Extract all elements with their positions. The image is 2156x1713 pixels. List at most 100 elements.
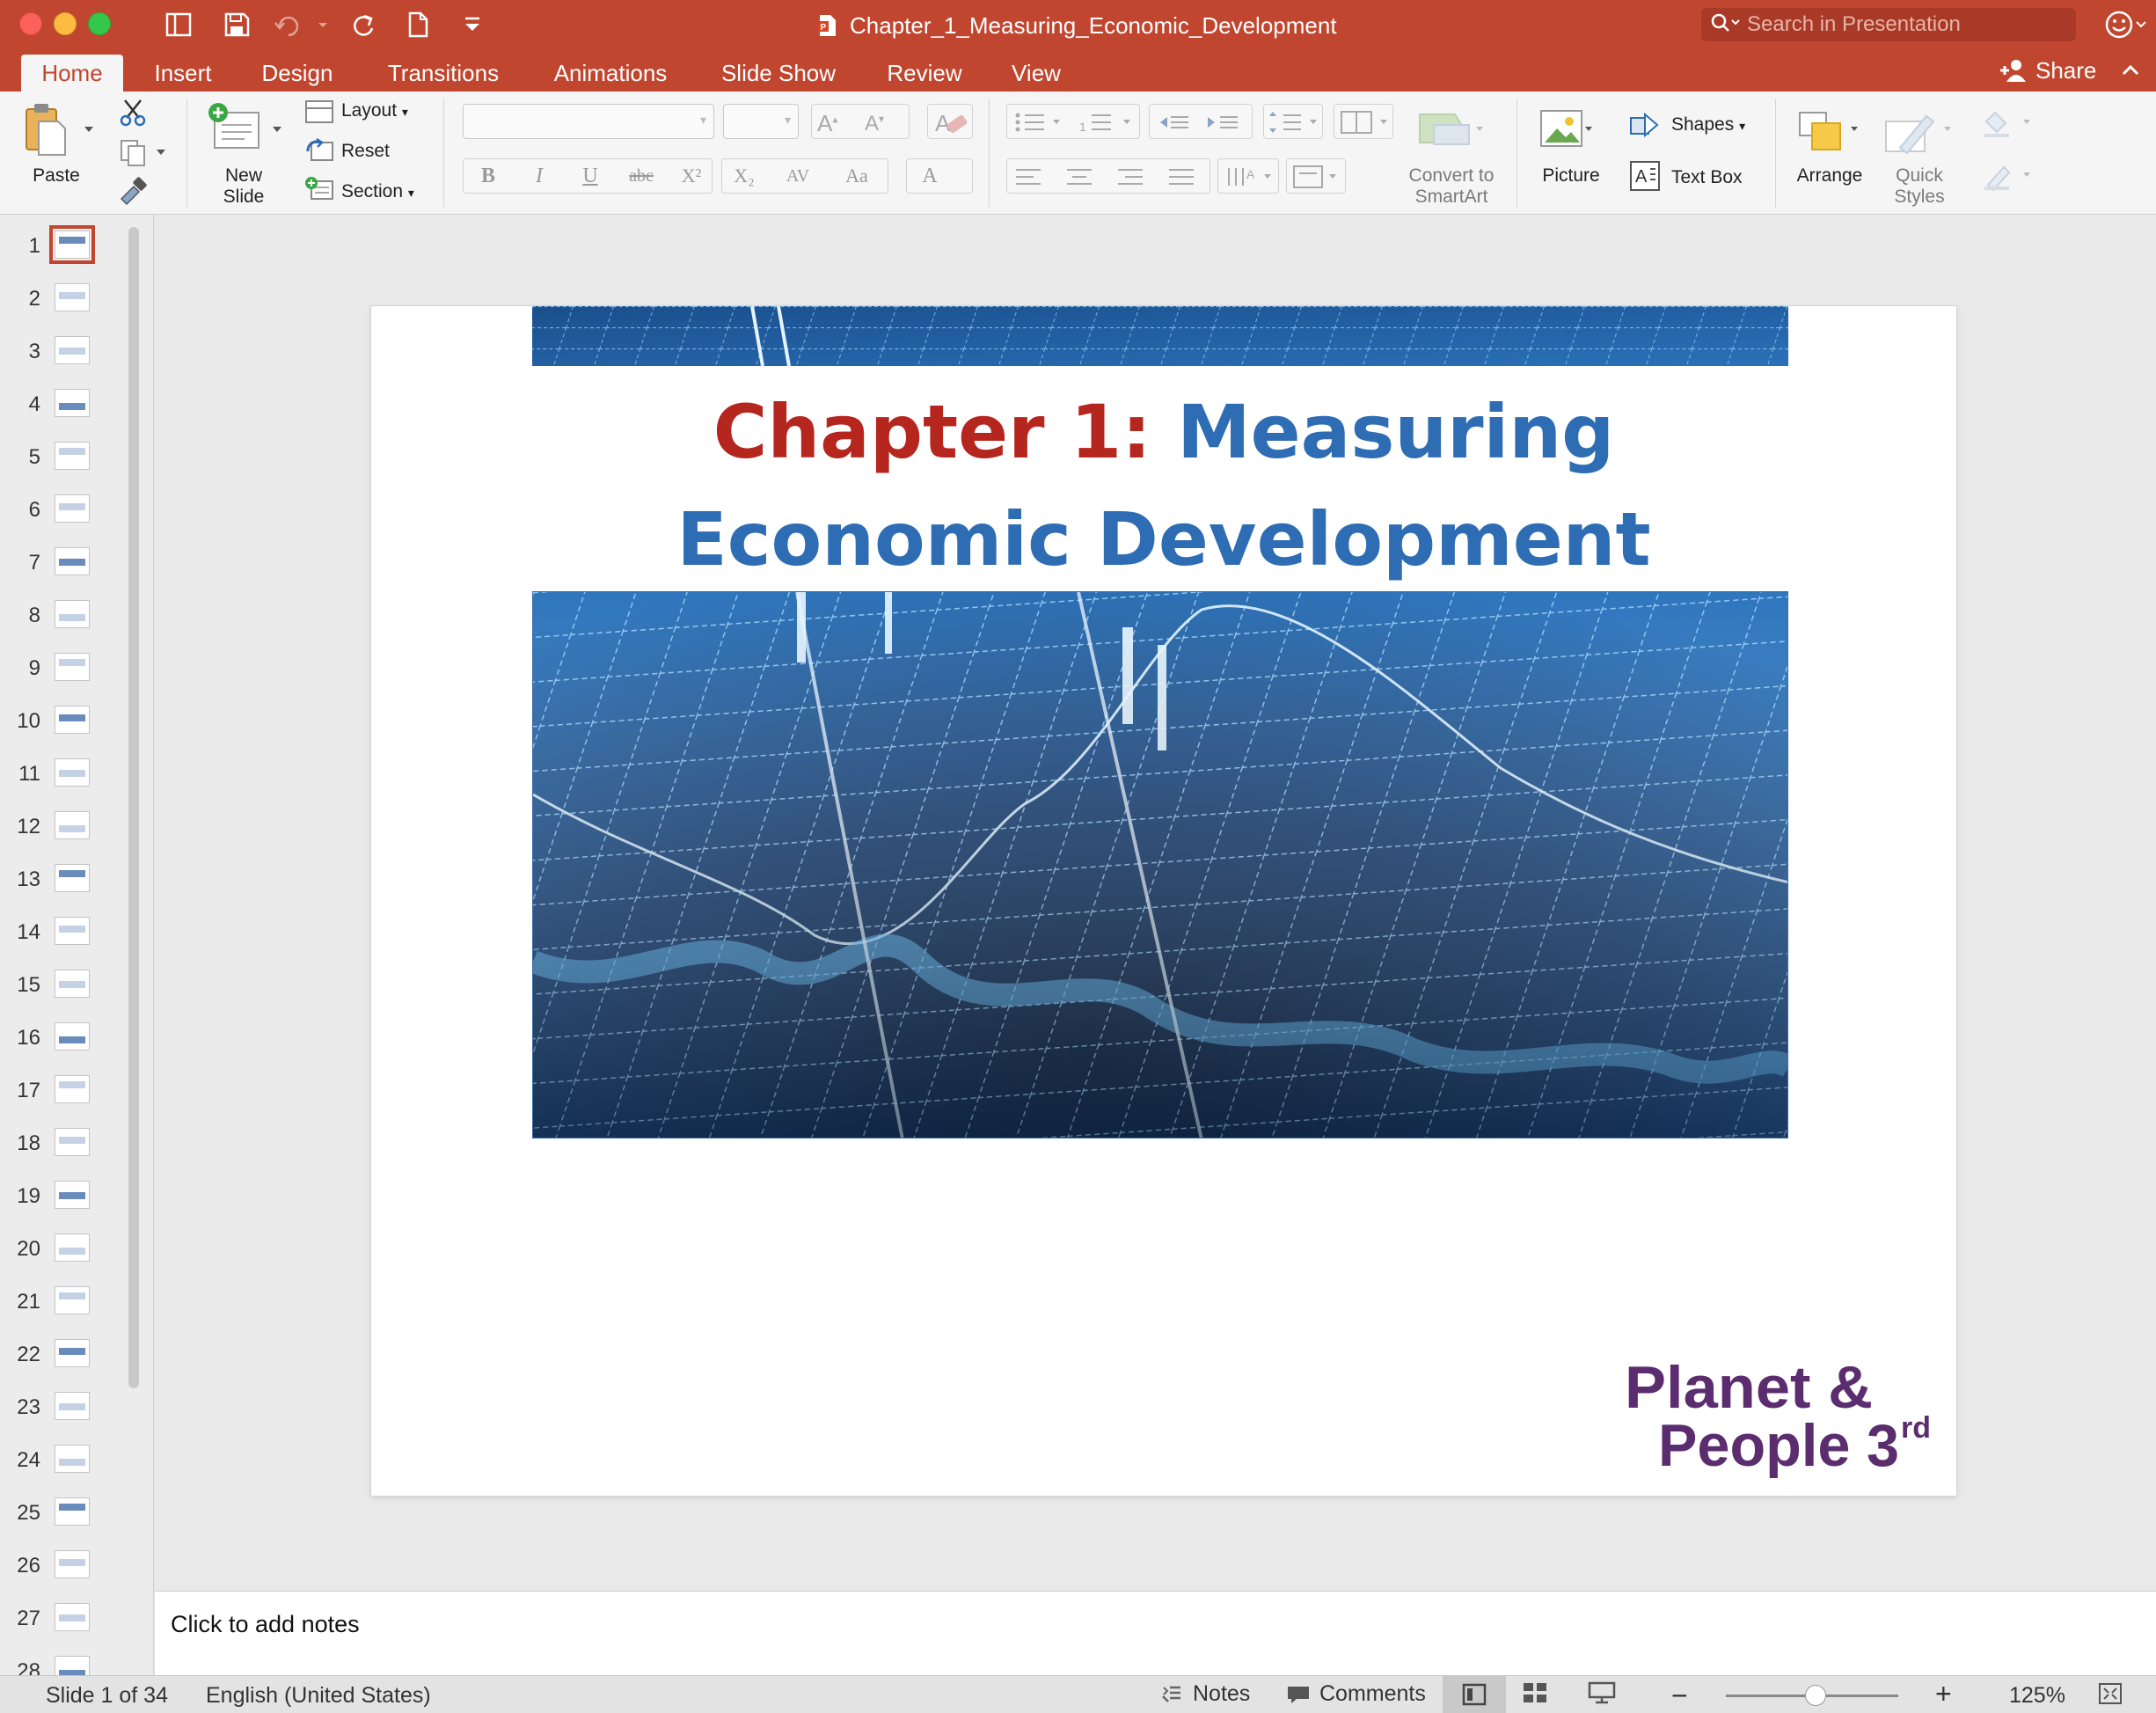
slide-thumbnail-image[interactable] — [55, 1550, 90, 1578]
font-size-dropdown[interactable]: ▾ — [723, 104, 799, 139]
columns-icon[interactable] — [1334, 104, 1393, 139]
slide-thumbnail[interactable]: 22 — [0, 1336, 123, 1374]
slide-thumbnail[interactable]: 14 — [0, 913, 123, 952]
section-icon[interactable] — [304, 176, 334, 202]
slide-thumbnail[interactable]: 13 — [0, 860, 123, 899]
tab-transitions[interactable]: Transitions — [373, 55, 514, 92]
paste-options-dropdown-icon[interactable] — [83, 123, 95, 135]
shape-outline-icon[interactable] — [1979, 160, 2035, 192]
new-document-icon[interactable] — [403, 11, 433, 39]
picture-icon[interactable] — [1538, 107, 1594, 153]
align-text-icon[interactable] — [1286, 158, 1346, 194]
close-window-button[interactable] — [19, 12, 42, 35]
slide-thumbnail-image[interactable] — [55, 283, 90, 311]
maximize-window-button[interactable] — [88, 12, 111, 35]
collapse-ribbon-chevron-icon[interactable] — [2116, 56, 2145, 84]
new-slide-icon[interactable] — [206, 100, 262, 155]
slide-thumbnail[interactable]: 6 — [0, 491, 123, 530]
character-spacing-button[interactable]: AV — [771, 158, 825, 194]
undo-icon[interactable] — [273, 11, 303, 39]
search-box[interactable] — [1701, 8, 2076, 41]
slide-thumbnail[interactable]: 17 — [0, 1072, 123, 1110]
slide-thumbnail-image[interactable] — [55, 442, 90, 470]
slide-thumbnail-image[interactable] — [55, 1392, 90, 1420]
slide-thumbnail-pane[interactable]: 1 2 3 4 5 6 7 8 9 10 11 12 13 14 15 16 17 18 19 20 21 22 23 24 2… — [0, 215, 154, 1675]
shapes-icon[interactable] — [1627, 109, 1663, 141]
arrange-label[interactable]: Arrange — [1786, 165, 1874, 187]
change-case-button[interactable]: Aa — [830, 158, 883, 194]
slide-thumbnail[interactable]: 9 — [0, 649, 123, 688]
zoom-out-minus-icon[interactable]: − — [1671, 1680, 1688, 1712]
slide-thumbnail[interactable]: 3 — [0, 333, 123, 371]
bullets-and-numbering-icon[interactable]: 1 — [1007, 105, 1141, 140]
slide-thumbnail-image[interactable] — [55, 389, 90, 417]
font-name-dropdown[interactable]: ▾ — [463, 104, 714, 139]
sidebar-toggle-icon[interactable] — [164, 11, 194, 39]
slide-thumbnail[interactable]: 28 — [0, 1652, 123, 1675]
copy-icon[interactable] — [118, 137, 148, 167]
financial-chart-image[interactable] — [532, 591, 1788, 1138]
italic-button[interactable]: I — [517, 158, 561, 194]
slide-thumbnail[interactable]: 11 — [0, 755, 123, 794]
slide-thumbnail-image[interactable] — [55, 1128, 90, 1156]
slide-thumbnail-image[interactable] — [55, 811, 90, 839]
convert-to-smartart-label[interactable]: Convert to SmartArt — [1395, 165, 1508, 208]
reset-icon[interactable] — [304, 137, 334, 164]
decrease-font-size-icon[interactable]: A▾ — [865, 112, 884, 136]
header-banner-image[interactable] — [532, 306, 1788, 366]
slide-thumbnail-image[interactable] — [49, 225, 95, 264]
slide-thumbnail[interactable]: 27 — [0, 1600, 123, 1638]
copy-dropdown-icon[interactable] — [155, 146, 167, 158]
slide-thumbnail-image[interactable] — [55, 1075, 90, 1103]
notes-button[interactable]: Notes — [1161, 1681, 1250, 1707]
quick-styles-label[interactable]: Quick Styles — [1874, 165, 1965, 208]
indent-arrows-icon[interactable] — [1150, 105, 1253, 140]
text-box-icon[interactable]: A — [1627, 158, 1663, 194]
slide-thumbnail-image[interactable] — [55, 653, 90, 681]
slide-thumbnail[interactable]: 25 — [0, 1494, 123, 1533]
clear-formatting-icon[interactable]: A — [927, 104, 973, 139]
undo-dropdown-icon[interactable] — [308, 11, 327, 39]
slide-thumbnail[interactable]: 8 — [0, 597, 123, 635]
language-indicator[interactable]: English (United States) — [206, 1683, 431, 1709]
paste-label[interactable]: Paste — [18, 165, 95, 187]
slide-thumbnail-image[interactable] — [55, 336, 90, 364]
slide-thumbnail[interactable]: 23 — [0, 1388, 123, 1427]
slide-thumbnail[interactable]: 12 — [0, 808, 123, 846]
increase-font-size-icon[interactable]: A▴ — [817, 110, 837, 137]
slide-thumbnail[interactable]: 16 — [0, 1019, 123, 1058]
slide-thumbnail[interactable]: 2 — [0, 280, 123, 318]
format-painter-brush-icon[interactable] — [116, 176, 150, 206]
slide-thumbnail-image[interactable] — [55, 547, 90, 575]
slide-thumbnail-image[interactable] — [55, 1445, 90, 1473]
slide-thumbnail[interactable]: 4 — [0, 385, 123, 424]
slide-thumbnail[interactable]: 7 — [0, 544, 123, 582]
font-color-button[interactable]: A — [908, 158, 952, 194]
tab-slide-show[interactable]: Slide Show — [709, 55, 848, 92]
strikethrough-button[interactable]: abc — [618, 158, 665, 194]
new-slide-label[interactable]: New Slide — [204, 165, 283, 208]
cut-scissors-icon[interactable] — [118, 97, 148, 127]
slide-thumbnail-image[interactable] — [55, 1181, 90, 1209]
text-direction-icon[interactable]: A — [1217, 158, 1279, 194]
search-input[interactable] — [1747, 12, 2064, 37]
notes-pane[interactable]: Click to add notes — [155, 1591, 2156, 1675]
tab-home[interactable]: Home — [21, 55, 123, 92]
slide-thumbnail[interactable]: 19 — [0, 1177, 123, 1216]
slide-thumbnail[interactable]: 10 — [0, 702, 123, 741]
superscript-button[interactable]: X² — [670, 158, 713, 194]
slide-thumbnail[interactable]: 24 — [0, 1441, 123, 1480]
minimize-window-button[interactable] — [54, 12, 77, 35]
tab-review[interactable]: Review — [876, 55, 973, 92]
tab-animations[interactable]: Animations — [540, 55, 681, 92]
save-icon[interactable] — [222, 11, 252, 39]
slide-thumbnail-image[interactable] — [55, 1656, 90, 1675]
slide-thumbnail-image[interactable] — [55, 917, 90, 945]
fit-to-window-button[interactable] — [2097, 1681, 2132, 1706]
planet-and-people-logo[interactable]: Planet & People 3 rd — [1625, 1344, 1941, 1485]
slide-editing-area[interactable]: Chapter 1: Measuring Economic Developmen… — [155, 215, 2156, 1591]
thumbnail-scrollbar[interactable] — [128, 227, 139, 1388]
layout-button[interactable]: Layout ▾ — [341, 100, 408, 122]
zoom-in-plus-icon[interactable]: + — [1935, 1678, 1952, 1710]
picture-label[interactable]: Picture — [1534, 165, 1608, 187]
